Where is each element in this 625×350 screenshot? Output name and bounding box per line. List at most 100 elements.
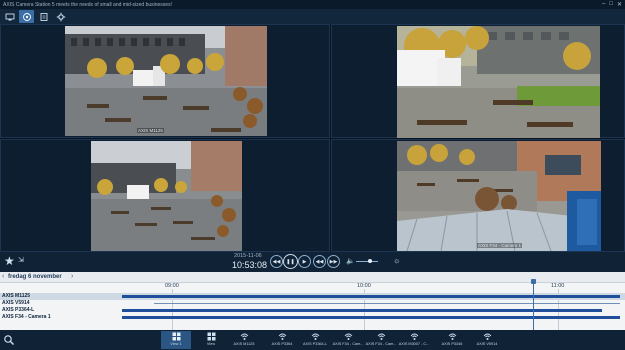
camera-cell-2[interactable] [331, 24, 625, 138]
camera-cell-1[interactable]: AXIS M1125 [0, 24, 330, 138]
camera-feed-2[interactable] [397, 26, 600, 138]
step-back-icon: ◀◀ [272, 258, 281, 265]
camera-icon [483, 333, 491, 340]
camera-icon [377, 333, 385, 340]
volume-slider[interactable] [356, 259, 378, 263]
camera-icon [278, 333, 286, 340]
live-view-button[interactable] [2, 10, 17, 23]
play-icon: ▶ [302, 258, 307, 265]
timeline-row[interactable]: AXIS V5914 [0, 300, 625, 307]
playback-icon [22, 12, 31, 21]
grid-view-icon [172, 332, 180, 341]
camera-view-label: AXIS F34 - Cam... [365, 342, 397, 346]
play-button[interactable]: ▶ [298, 255, 311, 268]
camera-feed-3[interactable] [91, 141, 242, 251]
search-button[interactable] [36, 10, 51, 23]
timeline-row[interactable]: AXIS F34 - Camera 1 [0, 314, 625, 321]
minimize-icon[interactable]: – [602, 1, 605, 8]
bookmark-star-icon[interactable]: ★ [4, 254, 15, 268]
camera-cell-4[interactable]: AXIS F34 - Camera 1 [331, 139, 625, 252]
close-icon[interactable]: ✕ [617, 1, 622, 8]
camera-icon [410, 333, 418, 340]
camera-view-p3364-l[interactable]: AXIS P3364-L [300, 331, 330, 349]
timeline-row[interactable]: AXIS M1125 [0, 293, 625, 300]
camera-feed-1-image [65, 26, 267, 136]
camera-view-p3364[interactable]: AXIS P3364 [267, 331, 297, 349]
camera-icon [240, 333, 248, 340]
camera-icon [344, 333, 352, 340]
view-tab-2[interactable]: View [196, 331, 226, 349]
camera-view-v5914[interactable]: AXIS V5914 [472, 331, 502, 349]
main-toolbar [0, 9, 625, 24]
rewind-button[interactable]: ◀◀ [313, 255, 326, 268]
playback-button[interactable] [19, 10, 34, 23]
camera-grid: AXIS M1125 AXIS F34 - Camera 1 [0, 24, 625, 252]
camera-feed-3-image [91, 141, 242, 251]
volume-icon[interactable]: 🔈 [346, 257, 355, 265]
playhead-line[interactable] [533, 281, 534, 330]
timeline-day-label: fredag 6 november [8, 274, 62, 280]
pause-icon: ❚❚ [286, 258, 295, 265]
window-controls: – □ ✕ [602, 1, 625, 8]
search-icon [40, 12, 47, 21]
camera-view-label: AXIS M3007 - C... [398, 342, 430, 346]
camera-feed-2-image [397, 26, 600, 138]
camera-feed-4[interactable]: AXIS F34 - Camera 1 [397, 141, 601, 251]
recording-bar[interactable] [154, 303, 620, 304]
pause-button[interactable]: ❚❚ [283, 254, 298, 269]
timeline-row-label: AXIS V5914 [2, 300, 30, 306]
configuration-button[interactable] [53, 10, 68, 23]
camera-view-f34-b[interactable]: AXIS F34 - Cam... [366, 331, 396, 349]
camera-view-m3007[interactable]: AXIS M3007 - C... [399, 331, 429, 349]
camera-view-p3346[interactable]: AXIS P3346 [437, 331, 467, 349]
camera-view-label: AXIS P3364 [271, 342, 293, 346]
volume-slider-handle[interactable] [368, 259, 372, 263]
playhead-handle[interactable] [531, 279, 536, 284]
previous-day-icon[interactable]: ‹ [2, 273, 4, 280]
magnifier-icon[interactable] [3, 334, 15, 346]
maximize-icon[interactable]: □ [609, 1, 613, 8]
camera-feed-4-image [397, 141, 601, 251]
grid-view-icon [207, 332, 215, 341]
configuration-icon [56, 12, 65, 21]
next-day-icon[interactable]: › [71, 273, 73, 280]
title-bar: AXIS Camera Station 5 meets the needs of… [0, 0, 625, 9]
camera-view-label: AXIS F34 - Cam... [332, 342, 364, 346]
window-title: AXIS Camera Station 5 meets the needs of… [3, 1, 172, 8]
camera-view-label: AXIS V5914 [476, 342, 498, 346]
recording-bar[interactable] [122, 316, 620, 319]
live-view-icon [5, 13, 14, 20]
view-tab-label: View 1 [170, 342, 182, 346]
camera-feed-1[interactable]: AXIS M1125 [65, 26, 267, 136]
export-icon[interactable]: ⇲ [18, 256, 24, 264]
camera-1-label: AXIS M1125 [137, 128, 164, 133]
view-bar: View 1 View AXIS M1125 AXIS P3364 AXIS P… [0, 330, 625, 350]
camera-icon [448, 333, 456, 340]
camera-view-label: AXIS P3346 [441, 342, 463, 346]
step-back-button[interactable]: ◀◀ [270, 255, 283, 268]
timeline: ‹ fredag 6 november › 09:00 10:00 11:00 … [0, 272, 625, 330]
timeline-row-label: AXIS F34 - Camera 1 [2, 314, 51, 320]
camera-view-label: AXIS P3364-L [302, 342, 328, 346]
timeline-row-label: AXIS M1125 [2, 293, 31, 299]
recording-bar[interactable] [122, 309, 602, 312]
camera-view-m1125[interactable]: AXIS M1125 [229, 331, 259, 349]
playback-bar: ★ ⇲ 2015-11-06 10:53:08 ◀◀ ❚❚ ▶ ◀◀ ▶▶ 🔈 … [0, 252, 625, 272]
recording-bar[interactable] [122, 295, 620, 298]
camera-4-label: AXIS F34 - Camera 1 [477, 243, 523, 248]
camera-station-app: AXIS Camera Station 5 meets the needs of… [0, 0, 625, 350]
camera-cell-3[interactable] [0, 139, 330, 252]
camera-view-label: AXIS M1125 [233, 342, 255, 346]
fast-forward-button[interactable]: ▶▶ [327, 255, 340, 268]
playback-date: 2015-11-06 [234, 253, 262, 259]
timeline-row[interactable]: AXIS P3364-L [0, 307, 625, 314]
rewind-icon: ◀◀ [315, 258, 324, 265]
camera-icon [311, 333, 319, 340]
fast-forward-icon: ▶▶ [329, 258, 338, 265]
timeline-row-label: AXIS P3364-L [2, 307, 35, 313]
camera-view-f34-a[interactable]: AXIS F34 - Cam... [333, 331, 363, 349]
brightness-icon[interactable]: ☼ [393, 256, 400, 265]
view-tab-label: View [206, 342, 216, 346]
view-tab-1[interactable]: View 1 [161, 331, 191, 349]
playback-time: 10:53:08 [232, 260, 268, 270]
